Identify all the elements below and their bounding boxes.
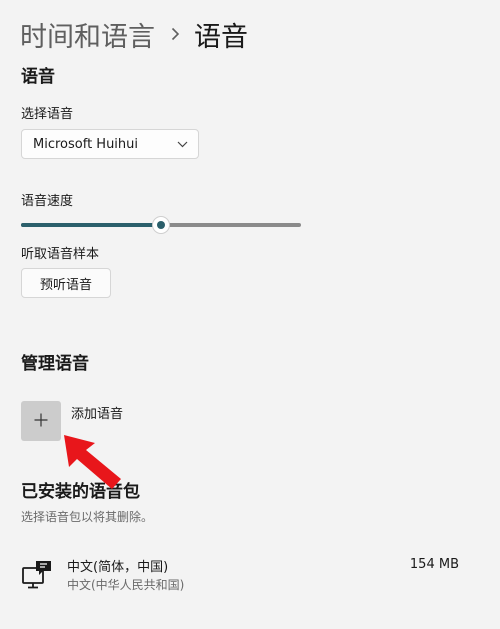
selected-voice-value: Microsoft Huihui	[33, 136, 139, 152]
voice-sample-label: 听取语音样本	[21, 247, 100, 262]
voice-section-title: 语音	[21, 67, 55, 87]
annotation-arrow-icon	[64, 435, 121, 489]
chevron-right-icon	[171, 27, 180, 41]
voice-speed-label: 语音速度	[21, 194, 74, 209]
slider-track-fill	[21, 223, 161, 227]
page-title: 语音	[194, 21, 248, 53]
preview-voice-button[interactable]: 预听语音	[21, 268, 111, 298]
manage-voices-section-title: 管理语音	[21, 354, 89, 374]
voice-pack-locale: 中文(中华人民共和国)	[67, 578, 185, 592]
add-voice-label: 添加语音	[71, 407, 124, 422]
voice-select-dropdown[interactable]: Microsoft Huihui	[21, 129, 199, 159]
chevron-down-icon	[177, 137, 188, 152]
breadcrumb-parent-time-and-language[interactable]: 时间和语言	[20, 15, 155, 54]
voice-speed-slider[interactable]	[21, 215, 301, 235]
slider-thumb[interactable]	[152, 216, 170, 234]
installed-packs-subtitle: 选择语音包以将其删除。	[21, 510, 154, 524]
plus-icon	[34, 412, 48, 431]
select-voice-label: 选择语音	[21, 107, 74, 122]
voice-pack-name: 中文(简体，中国)	[67, 560, 169, 575]
breadcrumb: 时间和语言 语音	[20, 14, 248, 54]
voice-pack-size: 154 MB	[409, 557, 459, 572]
voice-pack-monitor-speech-icon	[21, 559, 53, 591]
